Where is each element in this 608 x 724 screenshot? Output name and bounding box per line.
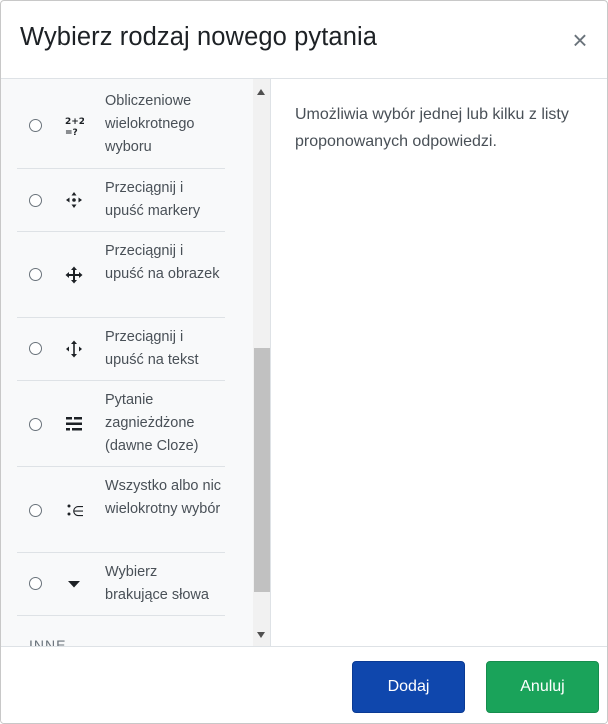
add-button[interactable]: Dodaj: [352, 661, 465, 713]
question-type-list-panel: 2+2 =? Obliczeniowe wielokrotnego wyboru: [1, 79, 271, 646]
question-type-radio[interactable]: [29, 577, 42, 590]
question-type-label: Przeciągnij i upuść na tekst: [105, 329, 199, 368]
question-type-label: Wszystko albo nic wielokrotny wybór: [105, 478, 222, 517]
embedded-answers-icon: [63, 413, 85, 435]
calculated-multichoice-icon: 2+2 =?: [63, 115, 85, 137]
svg-text:=?: =?: [65, 128, 78, 137]
svg-text:∈: ∈: [72, 504, 83, 519]
question-type-dialog: Wybierz rodzaj nowego pytania × 2+2 =? O…: [0, 0, 608, 724]
select-missing-words-icon: [63, 573, 85, 595]
dialog-header: Wybierz rodzaj nowego pytania ×: [1, 1, 607, 79]
dialog-footer: Dodaj Anuluj: [1, 646, 607, 723]
question-type-label: Pytanie zagnieżdżone (dawne Cloze): [105, 392, 199, 454]
question-type-radio[interactable]: [29, 504, 42, 517]
close-icon[interactable]: ×: [569, 25, 591, 55]
svg-text:2+2: 2+2: [65, 117, 84, 127]
scroll-down-arrow-icon[interactable]: [257, 632, 265, 638]
question-type-option[interactable]: Przeciągnij i upuść markery: [17, 169, 225, 232]
question-type-label: Wybierz brakujące słowa: [105, 564, 209, 603]
drag-drop-image-icon: [63, 264, 85, 286]
question-type-option[interactable]: Przeciągnij i upuść na tekst: [17, 318, 225, 381]
drag-drop-markers-icon: [63, 189, 85, 211]
question-type-label: Przeciągnij i upuść na obrazek: [105, 243, 220, 282]
question-type-option[interactable]: Pytanie zagnieżdżone (dawne Cloze): [17, 381, 225, 467]
question-type-radio[interactable]: [29, 268, 42, 281]
drag-drop-text-icon: [63, 338, 85, 360]
question-type-option[interactable]: Przeciągnij i upuść na obrazek: [17, 232, 225, 318]
question-type-option[interactable]: 2+2 =? Obliczeniowe wielokrotnego wyboru: [17, 79, 225, 169]
all-or-nothing-icon: ∈: [63, 499, 85, 521]
section-other-label: INNE: [29, 637, 67, 646]
question-type-list: 2+2 =? Obliczeniowe wielokrotnego wyboru: [17, 79, 225, 616]
cancel-button[interactable]: Anuluj: [486, 661, 599, 713]
question-type-description: Umożliwia wybór jednej lub kilku z listy…: [295, 106, 569, 150]
question-type-option[interactable]: ∈ Wszystko albo nic wielokrotny wybór: [17, 467, 225, 553]
question-type-radio[interactable]: [29, 418, 42, 431]
question-type-label: Obliczeniowe wielokrotnego wyboru: [105, 93, 195, 155]
scroll-up-arrow-icon[interactable]: [257, 89, 265, 95]
list-scrollbar[interactable]: [253, 79, 270, 646]
dialog-body: 2+2 =? Obliczeniowe wielokrotnego wyboru: [1, 79, 607, 646]
question-type-option[interactable]: Wybierz brakujące słowa: [17, 553, 225, 616]
dialog-title: Wybierz rodzaj nowego pytania: [20, 23, 378, 51]
question-type-radio[interactable]: [29, 194, 42, 207]
question-type-radio[interactable]: [29, 119, 42, 132]
question-type-radio[interactable]: [29, 342, 42, 355]
question-type-label: Przeciągnij i upuść markery: [105, 180, 201, 219]
scrollbar-thumb[interactable]: [254, 348, 270, 592]
